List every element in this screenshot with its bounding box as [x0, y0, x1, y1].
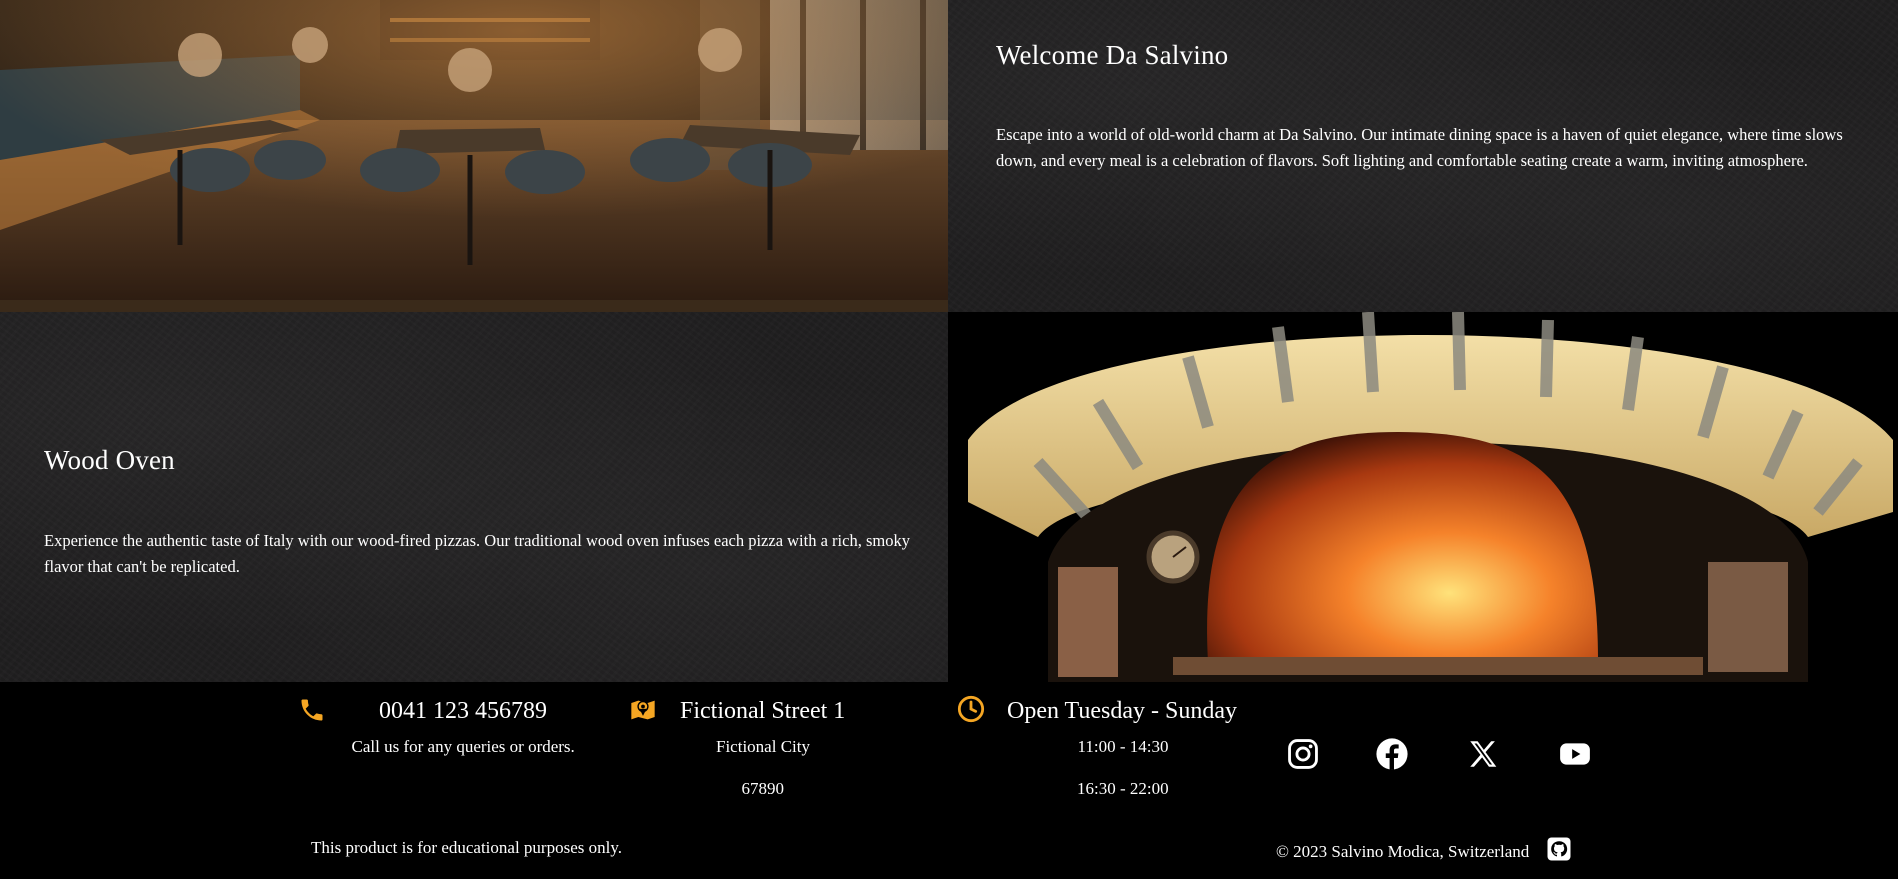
- phone-number[interactable]: 0041 123 456789: [379, 698, 547, 725]
- content-grid: Welcome Da Salvino Escape into a world o…: [0, 0, 1898, 682]
- welcome-text: Escape into a world of old-world charm a…: [996, 125, 1843, 170]
- wood-oven-image: [948, 312, 1898, 682]
- hours-title: Open Tuesday - Sunday: [1007, 698, 1238, 724]
- phone-note: Call us for any queries or orders.: [351, 737, 575, 756]
- wood-oven-title: Wood Oven: [44, 445, 175, 475]
- hours-lunch: 11:00 - 14:30: [1077, 737, 1169, 756]
- phone-icon: [301, 699, 323, 721]
- welcome-section: Welcome Da Salvino Escape into a world o…: [948, 0, 1898, 312]
- copyright-text: © 2023 Salvino Modica, Switzerland: [1276, 842, 1530, 861]
- clock-icon: [957, 695, 985, 723]
- youtube-icon[interactable]: [1558, 737, 1592, 771]
- instagram-icon[interactable]: [1286, 737, 1320, 771]
- hours-dinner: 16:30 - 22:00: [1077, 779, 1169, 798]
- wood-oven-text: Experience the authentic taste of Italy …: [44, 531, 910, 576]
- github-icon[interactable]: [1547, 837, 1571, 861]
- wood-oven-section: Wood Oven Experience the authentic taste…: [0, 312, 948, 682]
- x-icon[interactable]: [1466, 737, 1500, 771]
- dining-room-image: [0, 0, 948, 312]
- site-footer: 0041 123 456789 Call us for any queries …: [0, 682, 1898, 879]
- address-zip: 67890: [741, 779, 785, 798]
- map-icon: [631, 700, 655, 720]
- facebook-icon[interactable]: [1375, 737, 1409, 771]
- welcome-title: Welcome Da Salvino: [996, 40, 1229, 70]
- address-city: Fictional City: [716, 737, 810, 756]
- address-street: Fictional Street 1: [680, 698, 846, 724]
- disclaimer-text: This product is for educational purposes…: [311, 838, 622, 857]
